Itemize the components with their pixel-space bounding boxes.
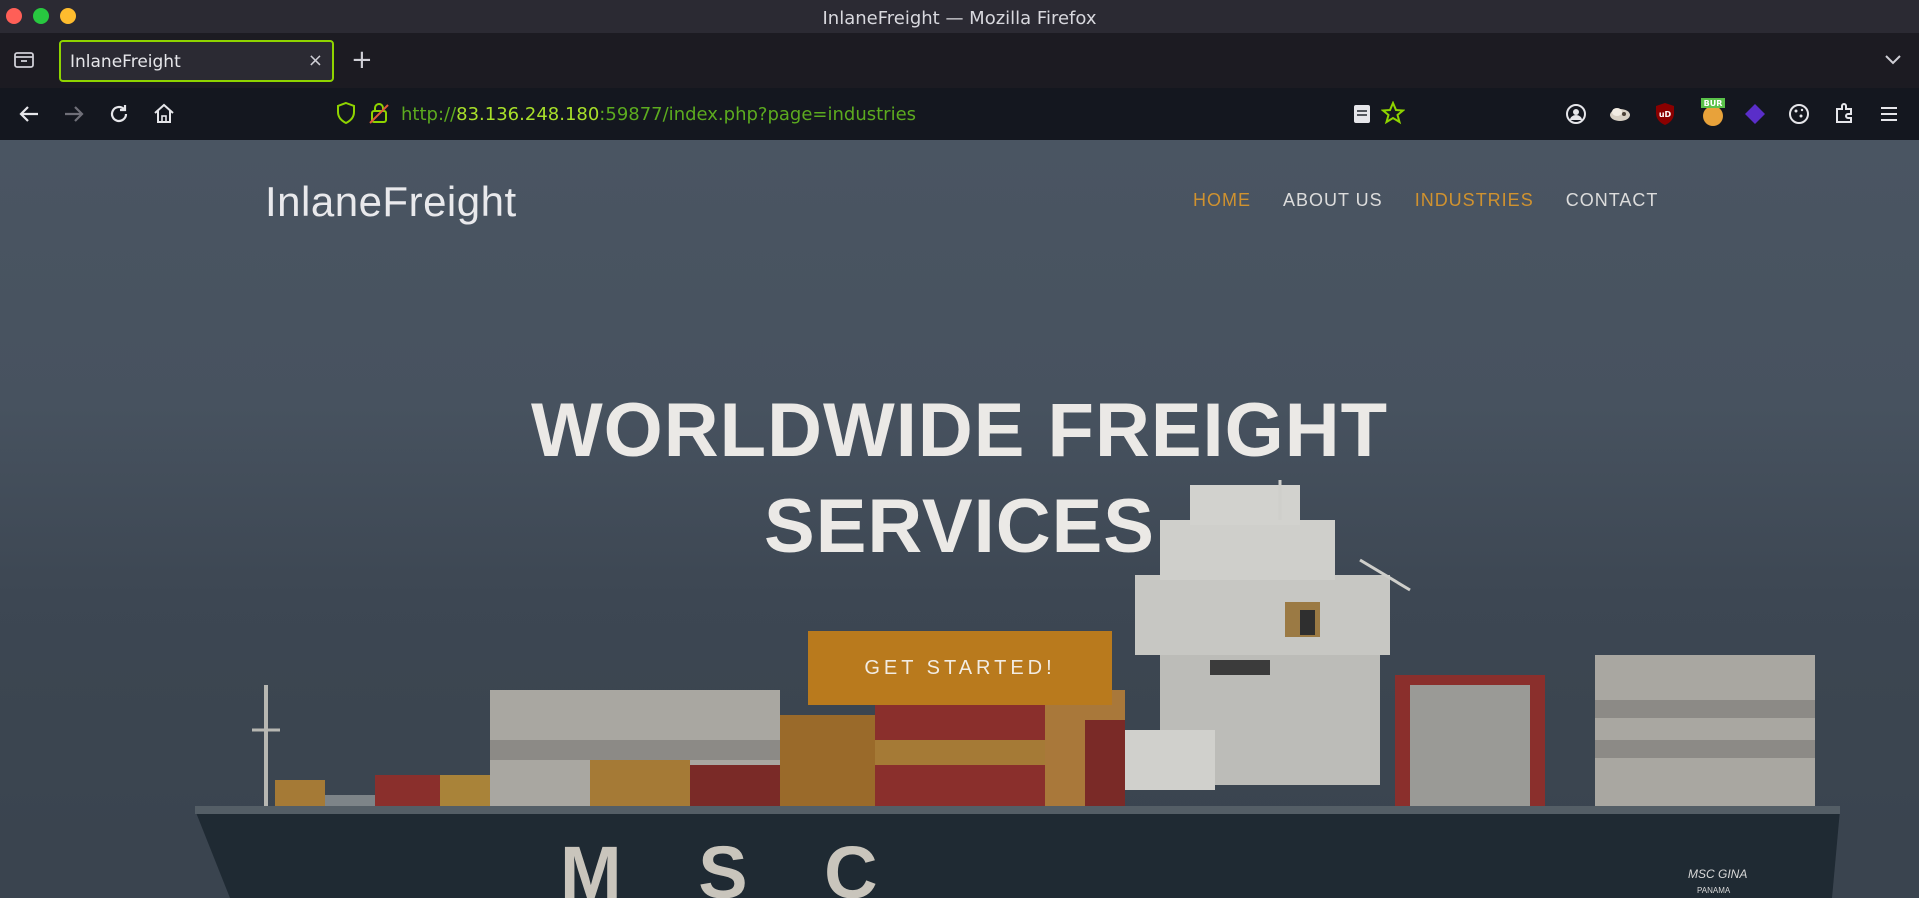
hero-heading: WORLDWIDE FREIGHT SERVICES <box>0 383 1919 575</box>
forward-arrow-icon[interactable] <box>61 101 87 127</box>
url-text[interactable]: http://83.136.248.180:59877/index.php?pa… <box>401 104 916 125</box>
ublock-icon[interactable]: uD <box>1652 101 1678 127</box>
web-page: M S C MSC GINA PANAMA InlaneFreight HOME… <box>0 140 1919 898</box>
ship-name-label: MSC GINA <box>1688 867 1747 881</box>
bookmark-star-icon[interactable] <box>1381 101 1405 125</box>
url-host: 83.136.248.180 <box>456 104 600 125</box>
site-logo[interactable]: InlaneFreight <box>265 178 517 226</box>
nav-home-link[interactable]: HOME <box>1193 190 1251 211</box>
svg-text:uD: uD <box>1659 110 1672 119</box>
wappalyzer-icon[interactable] <box>1742 101 1768 127</box>
site-navigation: HOME ABOUT US INDUSTRIES CONTACT <box>1193 190 1658 211</box>
burp-icon[interactable]: BUR <box>1698 96 1728 128</box>
insecure-lock-icon[interactable] <box>368 101 390 125</box>
nav-about-us-link[interactable]: ABOUT US <box>1283 190 1383 211</box>
hero-heading-line-1: WORLDWIDE FREIGHT <box>530 388 1389 473</box>
tab-inlanefreight[interactable]: InlaneFreight × <box>59 40 334 82</box>
puzzle-icon[interactable] <box>1832 101 1858 127</box>
url-bar[interactable]: http://83.136.248.180:59877/index.php?pa… <box>330 98 1415 130</box>
url-scheme: http:// <box>401 104 457 125</box>
account-icon[interactable] <box>1563 101 1589 127</box>
svg-text:BUR: BUR <box>1704 99 1723 108</box>
home-icon[interactable] <box>151 101 177 127</box>
reload-icon[interactable] <box>106 101 132 127</box>
tab-strip: InlaneFreight × + <box>0 33 1919 88</box>
window-title: InlaneFreight — Mozilla Firefox <box>822 8 1097 29</box>
hero-heading-line-2: SERVICES <box>764 484 1155 569</box>
reader-view-icon[interactable] <box>1351 102 1373 126</box>
window-titlebar: InlaneFreight — Mozilla Firefox <box>0 0 1919 33</box>
navigation-toolbar: http://83.136.248.180:59877/index.php?pa… <box>0 88 1919 140</box>
chevron-down-icon[interactable] <box>1883 49 1903 69</box>
tracking-shield-icon[interactable] <box>335 101 357 125</box>
extension-icon[interactable] <box>1607 101 1633 127</box>
menu-icon[interactable] <box>1876 101 1902 127</box>
new-tab-button[interactable]: + <box>351 47 373 73</box>
nav-industries-link[interactable]: INDUSTRIES <box>1415 190 1534 211</box>
ship-hull-lettering: M S C <box>560 831 906 898</box>
url-path: :59877/index.php?page=industries <box>599 104 917 125</box>
get-started-button[interactable]: GET STARTED! <box>808 631 1112 705</box>
nav-contact-link[interactable]: CONTACT <box>1566 190 1659 211</box>
back-arrow-icon[interactable] <box>16 101 42 127</box>
tab-close-icon[interactable]: × <box>308 51 323 71</box>
tab-title: InlaneFreight <box>70 52 181 72</box>
firefox-view-icon[interactable] <box>13 49 35 69</box>
ship-port-label: PANAMA <box>1697 886 1731 895</box>
cookie-icon[interactable] <box>1786 101 1812 127</box>
